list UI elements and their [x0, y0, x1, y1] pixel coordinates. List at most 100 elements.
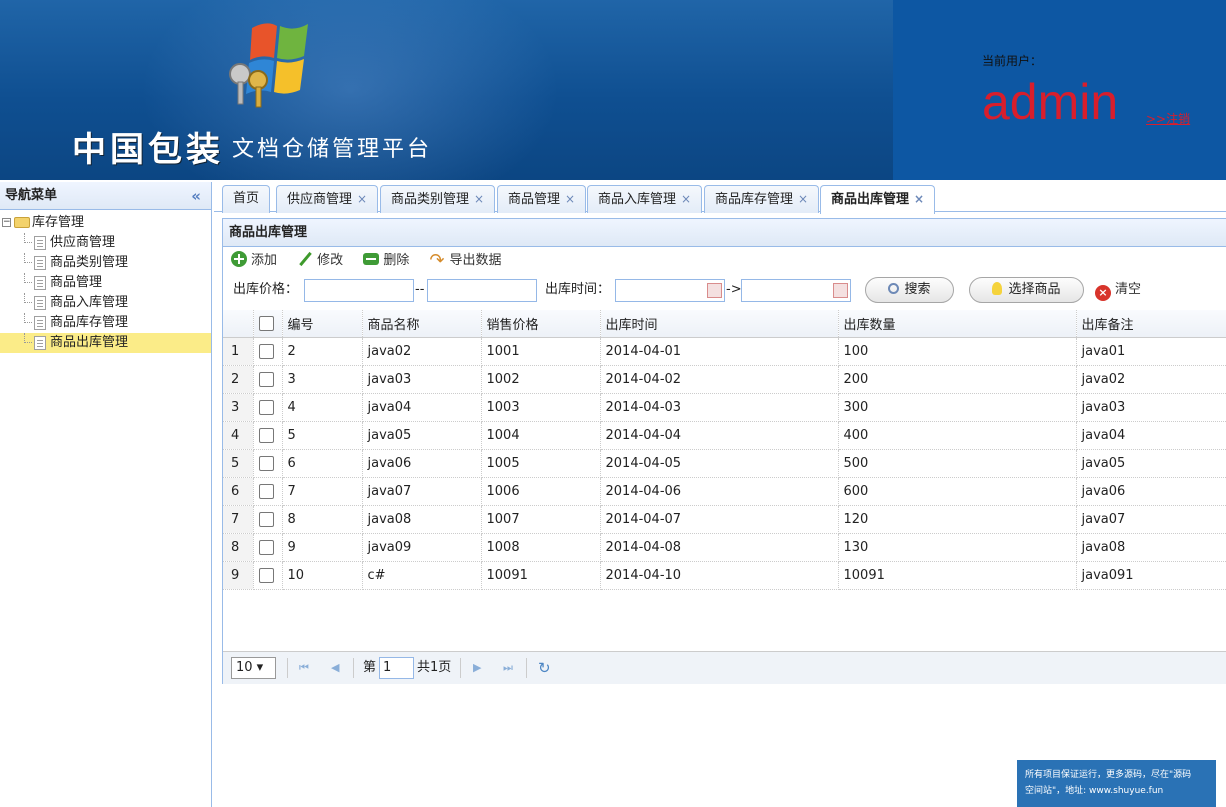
- export-label: 导出数据: [449, 253, 502, 268]
- prev-page-icon[interactable]: ◀: [331, 652, 339, 684]
- close-icon[interactable]: ×: [357, 192, 367, 206]
- cell-name: java05: [362, 421, 482, 450]
- column-header[interactable]: 销售价格: [481, 310, 601, 338]
- cell-name: java06: [362, 449, 482, 478]
- tab-home[interactable]: 首页: [222, 185, 271, 213]
- tab-stock-in[interactable]: 商品入库管理 ×: [587, 185, 703, 213]
- column-header[interactable]: 商品名称: [362, 310, 482, 338]
- column-header[interactable]: 出库备注: [1076, 310, 1226, 338]
- current-user-name: admin: [982, 74, 1119, 130]
- refresh-icon[interactable]: ↻: [538, 652, 551, 684]
- cell-id: 5: [282, 421, 363, 450]
- calendar-icon[interactable]: [707, 283, 722, 298]
- time-start-input[interactable]: [615, 279, 725, 302]
- file-icon: [34, 335, 46, 350]
- tab-label: 首页: [233, 191, 260, 206]
- sidebar-item-stock-in[interactable]: 商品入库管理: [0, 293, 211, 313]
- tab-stock-out[interactable]: 商品出库管理 ×: [820, 185, 936, 214]
- select-all-checkbox[interactable]: [258, 315, 274, 331]
- tab-goods[interactable]: 商品管理 ×: [497, 185, 587, 213]
- row-checkbox[interactable]: [258, 343, 274, 359]
- cell-price: 1003: [481, 393, 601, 422]
- table-row[interactable]: 3 4 java04 1003 2014-04-03 300 java03: [223, 393, 1226, 422]
- sidebar-item-goods[interactable]: 商品管理: [0, 273, 211, 293]
- tree-node-inventory[interactable]: − 库存管理: [0, 213, 211, 233]
- column-header[interactable]: 编号: [282, 310, 363, 338]
- close-icon[interactable]: ×: [798, 192, 808, 206]
- edit-label: 修改: [317, 253, 344, 268]
- row-select-cell: [253, 365, 283, 394]
- cell-name: java07: [362, 477, 482, 506]
- table-row[interactable]: 6 7 java07 1006 2014-04-06 600 java06: [223, 477, 1226, 506]
- cell-note: java091: [1076, 561, 1226, 590]
- first-page-icon[interactable]: ⏮: [299, 652, 309, 684]
- edit-button[interactable]: 修改: [297, 247, 343, 275]
- table-row[interactable]: 7 8 java08 1007 2014-04-07 120 java07: [223, 505, 1226, 534]
- row-checkbox[interactable]: [258, 455, 274, 471]
- sidebar-item-category[interactable]: 商品类别管理: [0, 253, 211, 273]
- row-checkbox[interactable]: [258, 511, 274, 527]
- time-end-input[interactable]: [741, 279, 851, 302]
- row-checkbox[interactable]: [258, 539, 274, 555]
- tab-supplier[interactable]: 供应商管理 ×: [276, 185, 379, 213]
- cell-id: 3: [282, 365, 363, 394]
- price-label: 出库价格：: [233, 282, 299, 297]
- promo-line-2: 空间站"，地址: www.shuyue.fun: [1025, 786, 1164, 796]
- close-icon[interactable]: ×: [681, 192, 691, 206]
- tab-stock[interactable]: 商品库存管理 ×: [704, 185, 820, 213]
- row-checkbox[interactable]: [258, 371, 274, 387]
- last-page-icon[interactable]: ⏭: [503, 652, 513, 684]
- cell-name: java02: [362, 337, 482, 366]
- app-header: 中国包装 文档仓储管理平台 当前用户： admin >>注销: [0, 0, 1226, 180]
- row-checkbox[interactable]: [258, 567, 274, 583]
- table-row[interactable]: 1 2 java02 1001 2014-04-01 100 java01: [223, 337, 1226, 366]
- cell-price: 1008: [481, 533, 601, 562]
- sidebar-item-supplier[interactable]: 供应商管理: [0, 233, 211, 253]
- calendar-icon[interactable]: [833, 283, 848, 298]
- close-icon[interactable]: ×: [565, 192, 575, 206]
- column-header[interactable]: 出库时间: [600, 310, 839, 338]
- price-min-input[interactable]: [304, 279, 414, 302]
- export-button[interactable]: 导出数据: [429, 247, 501, 275]
- row-number: 8: [223, 533, 254, 562]
- pager-divider: [353, 658, 354, 678]
- close-icon[interactable]: ×: [474, 192, 484, 206]
- add-label: 添加: [251, 253, 278, 268]
- price-max-input[interactable]: [427, 279, 537, 302]
- collapse-icon[interactable]: «: [191, 182, 201, 210]
- collapse-node-icon[interactable]: −: [2, 218, 11, 227]
- logout-link[interactable]: >>注销: [1146, 110, 1190, 127]
- row-checkbox[interactable]: [258, 399, 274, 415]
- table-row[interactable]: 2 3 java03 1002 2014-04-02 200 java02: [223, 365, 1226, 394]
- close-icon[interactable]: ×: [914, 192, 924, 206]
- tab-category[interactable]: 商品类别管理 ×: [380, 185, 496, 213]
- table-row[interactable]: 8 9 java09 1008 2014-04-08 130 java08: [223, 533, 1226, 562]
- tab-label: 商品入库管理: [598, 192, 677, 207]
- cell-note: java08: [1076, 533, 1226, 562]
- choose-goods-button[interactable]: 选择商品: [969, 277, 1084, 303]
- row-number: 2: [223, 365, 254, 394]
- page-size-select[interactable]: 10 ▾: [231, 657, 276, 679]
- delete-button[interactable]: 删除: [363, 247, 409, 275]
- table-row[interactable]: 5 6 java06 1005 2014-04-05 500 java05: [223, 449, 1226, 478]
- table-row[interactable]: 9 10 c# 10091 2014-04-10 10091 java091: [223, 561, 1226, 590]
- add-icon: [231, 251, 247, 267]
- cell-name: java08: [362, 505, 482, 534]
- sidebar-item-stock[interactable]: 商品库存管理: [0, 313, 211, 333]
- sidebar-item-label: 供应商管理: [50, 235, 116, 250]
- row-checkbox[interactable]: [258, 427, 274, 443]
- table-row[interactable]: 4 5 java05 1004 2014-04-04 400 java04: [223, 421, 1226, 450]
- sidebar-item-stock-out[interactable]: 商品出库管理: [0, 333, 211, 353]
- search-button[interactable]: 搜索: [865, 277, 954, 303]
- page-number-input[interactable]: 1: [379, 657, 414, 679]
- row-checkbox[interactable]: [258, 483, 274, 499]
- clear-button[interactable]: × 清空: [1095, 275, 1141, 305]
- next-page-icon[interactable]: ▶: [473, 652, 481, 684]
- cell-time: 2014-04-05: [600, 449, 839, 478]
- row-number-header: [223, 310, 254, 338]
- row-number: 5: [223, 449, 254, 478]
- delete-label: 删除: [383, 253, 410, 268]
- cell-price: 1007: [481, 505, 601, 534]
- add-button[interactable]: 添加: [231, 247, 277, 275]
- column-header[interactable]: 出库数量: [838, 310, 1077, 338]
